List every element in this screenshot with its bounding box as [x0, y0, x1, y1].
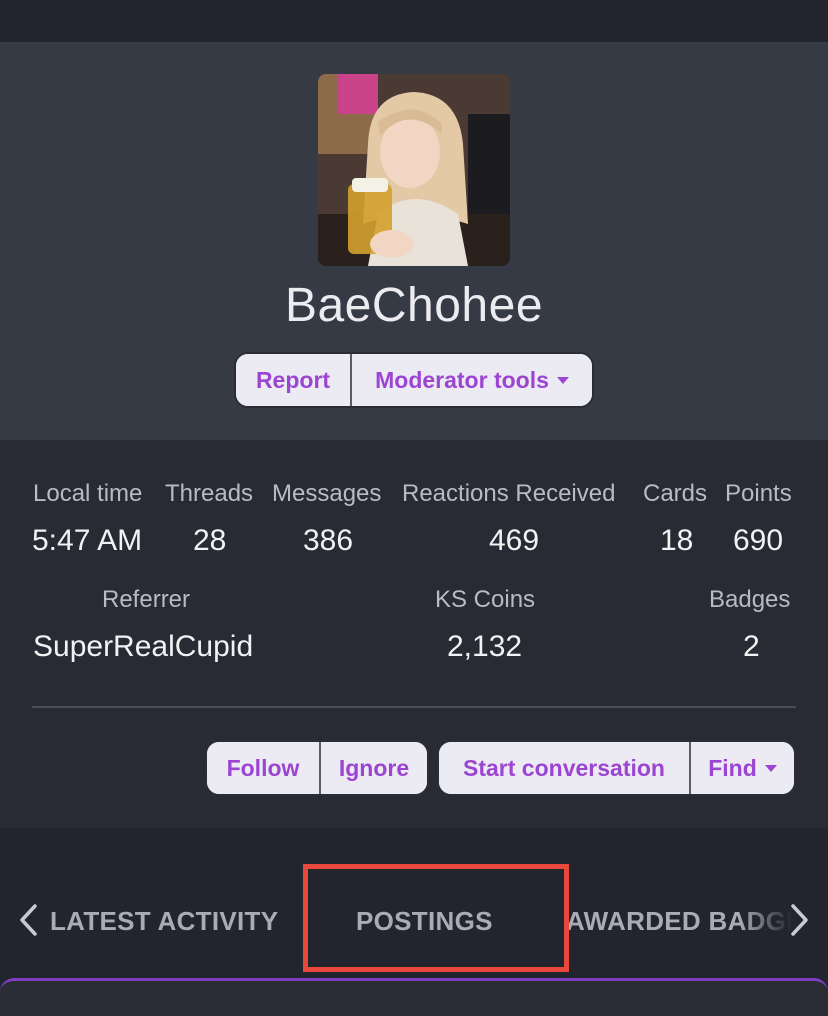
tab-content-panel	[0, 978, 828, 1016]
report-button[interactable]: Report	[236, 354, 350, 406]
caret-down-icon	[556, 376, 569, 384]
messages-label: Messages	[272, 480, 382, 507]
messages-value[interactable]: 386	[303, 524, 353, 558]
badges-label: Badges	[709, 586, 791, 613]
profile-header: BaeChohee Report Moderator tools	[0, 42, 828, 440]
avatar-photo-icon	[318, 74, 510, 266]
caret-down-icon	[764, 764, 777, 772]
follow-button[interactable]: Follow	[207, 742, 319, 794]
start-conversation-button[interactable]: Start conversation	[439, 742, 689, 794]
selected-tab-highlight	[303, 864, 569, 972]
referrer-value[interactable]: SuperRealCupid	[33, 630, 253, 664]
cards-label: Cards	[643, 480, 708, 507]
tab-fade-right	[740, 888, 792, 948]
conversation-find-group: Start conversation Find	[437, 740, 796, 796]
stats-panel: Local time Threads Messages Reactions Re…	[0, 440, 828, 828]
referrer-label: Referrer	[102, 586, 191, 613]
points-value[interactable]: 690	[733, 524, 783, 558]
profile-tabs: LATEST ACTIVITY POSTINGS AWARDED BADGES	[0, 828, 828, 1016]
chevron-right-icon	[791, 904, 808, 936]
ks-coins-value: 2,132	[447, 630, 523, 663]
scroll-left-button[interactable]	[14, 900, 42, 940]
stats-divider	[32, 706, 796, 708]
follow-ignore-group: Follow Ignore	[205, 740, 429, 796]
tab-latest-activity[interactable]: LATEST ACTIVITY	[50, 906, 278, 937]
badges-value[interactable]: 2	[743, 630, 760, 664]
find-button[interactable]: Find	[689, 742, 794, 794]
start-conversation-label: Start conversation	[463, 754, 665, 781]
avatar[interactable]	[318, 74, 510, 266]
cards-value[interactable]: 18	[660, 524, 693, 558]
points-label: Points	[725, 480, 792, 507]
follow-label: Follow	[226, 754, 300, 781]
moderator-tools-button[interactable]: Moderator tools	[350, 354, 592, 406]
moderator-tools-label: Moderator tools	[375, 366, 549, 393]
threads-value: 28	[193, 524, 227, 557]
chevron-left-icon	[20, 904, 37, 936]
threads-label: Threads	[165, 480, 254, 507]
report-label: Report	[255, 366, 331, 393]
local-time-label: Local time	[33, 480, 143, 507]
username: BaeChohee	[284, 279, 544, 332]
profile-actions-group: Report Moderator tools	[234, 352, 594, 408]
reactions-label: Reactions Received	[402, 480, 616, 507]
ignore-label: Ignore	[338, 754, 410, 781]
find-label: Find	[708, 754, 757, 781]
ignore-button[interactable]: Ignore	[319, 742, 427, 794]
local-time-value: 5:47 AM	[32, 524, 143, 557]
reactions-value[interactable]: 469	[489, 524, 539, 558]
ks-coins-label: KS Coins	[435, 586, 536, 613]
top-bar	[0, 0, 828, 42]
scroll-right-button[interactable]	[786, 900, 814, 940]
